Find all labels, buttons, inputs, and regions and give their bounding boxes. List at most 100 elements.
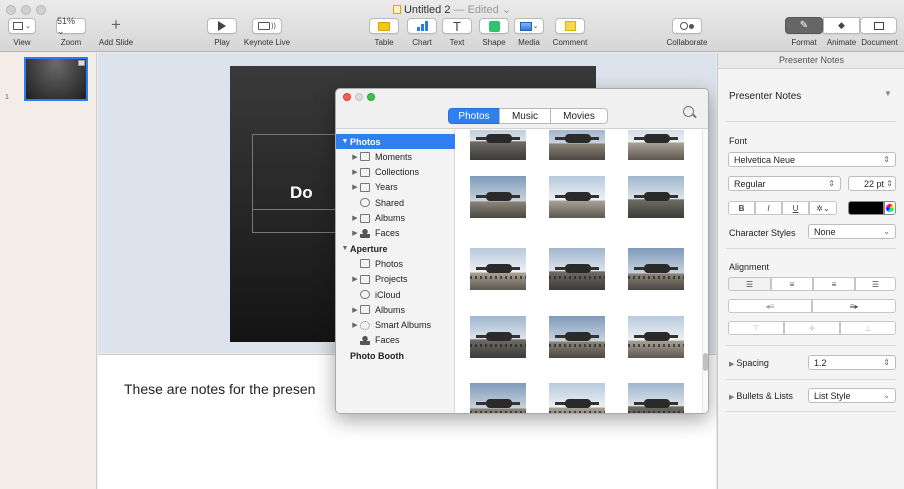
tab-photos[interactable]: Photos (448, 108, 500, 124)
sidebar-item-shared[interactable]: Shared (336, 195, 455, 210)
sidebar-item-label: Albums (375, 213, 406, 223)
photo-thumbnail[interactable] (549, 248, 605, 290)
align-left-button[interactable]: ☰ (728, 277, 771, 291)
sidebar-item-photos[interactable]: ▼ Photos (336, 134, 455, 149)
photo-thumbnail[interactable] (628, 383, 684, 413)
search-icon[interactable] (683, 106, 697, 119)
paragraph-style-dropdown[interactable]: Presenter Notes (729, 91, 801, 102)
sidebar-item-photo-booth[interactable]: Photo Booth (336, 348, 455, 363)
media-button[interactable]: ⌄ (514, 18, 544, 34)
font-family-select[interactable]: Helvetica Neue ⇕ (728, 152, 896, 167)
sidebar-item-projects[interactable]: ▶ Projects (336, 272, 455, 287)
italic-button[interactable]: I (755, 201, 782, 215)
sidebar-item-faces[interactable]: Faces (336, 333, 455, 348)
tab-movies[interactable]: Movies (550, 108, 608, 124)
disclosure-triangle-icon[interactable]: ▶ (350, 168, 360, 176)
sidebar-item-faces[interactable]: ▶ Faces (336, 226, 455, 241)
font-size-field[interactable]: 22 pt ⇕ (848, 176, 896, 191)
photo-thumbnail[interactable] (470, 130, 526, 160)
align-center-button[interactable]: ≡ (771, 277, 813, 291)
keynote-live-button[interactable]: )) (252, 18, 282, 34)
spacing-disclosure[interactable]: ▶ Spacing (729, 358, 769, 368)
photo-thumbnail[interactable] (470, 316, 526, 358)
sidebar-item-years[interactable]: ▶ Years (336, 180, 455, 195)
stepper-icon: ⇕ (828, 179, 835, 188)
photo-thumbnail[interactable] (628, 130, 684, 160)
sidebar-item-aperture[interactable]: ▼ Aperture (336, 241, 455, 256)
text-options-button[interactable]: ✲⌄ (809, 201, 837, 215)
zoom-popover-button[interactable] (367, 93, 375, 101)
sidebar-item-icloud[interactable]: iCloud (336, 287, 455, 302)
align-right-button[interactable]: ≡ (813, 277, 855, 291)
play-button[interactable] (207, 18, 237, 34)
text-button[interactable]: T (442, 18, 472, 34)
photo-grid-scrollbar[interactable] (702, 130, 708, 413)
sidebar-item-photos[interactable]: Photos (336, 256, 455, 271)
photo-thumbnail[interactable] (628, 176, 684, 218)
table-icon (378, 21, 390, 31)
disclosure-triangle-icon[interactable]: ▶ (350, 306, 360, 314)
disclosure-triangle-icon[interactable]: ▶ (350, 183, 360, 191)
view-button[interactable]: ⌄ (8, 18, 36, 34)
disclosure-triangle-icon[interactable]: ▼ (340, 138, 350, 145)
underline-button[interactable]: U (782, 201, 809, 215)
media-browser-popover: Photos Music Movies ▼ Photos ▶ Moments ▶ Coll… (335, 88, 709, 414)
text-label: Text (449, 38, 465, 47)
decrease-indent-button[interactable]: ◂≡ (728, 299, 812, 313)
photo-thumbnail[interactable] (470, 176, 526, 218)
sidebar-item-albums[interactable]: ▶ Albums (336, 302, 455, 317)
photo-thumbnail[interactable] (549, 383, 605, 413)
photo-thumbnail[interactable] (549, 176, 605, 218)
increase-indent-button[interactable]: ≡▸ (812, 299, 896, 313)
sidebar-item-moments[interactable]: ▶ Moments (336, 149, 455, 164)
sidebar-item-smart-albums[interactable]: ▶ Smart Albums (336, 318, 455, 333)
comment-button[interactable] (555, 18, 585, 34)
inspector-tab-presenter-notes[interactable]: Presenter Notes (718, 53, 904, 69)
photo-thumbnail[interactable] (549, 316, 605, 358)
chart-button[interactable] (407, 18, 437, 34)
photo-thumbnail[interactable] (470, 383, 526, 413)
table-button[interactable] (369, 18, 399, 34)
sidebar-item-albums[interactable]: ▶ Albums (336, 211, 455, 226)
toolbar: Untitled 2 — Edited ⌄ ⌄ View 51% ⌄ Zoom … (0, 0, 904, 52)
collaborate-button[interactable] (672, 18, 702, 34)
tab-music[interactable]: Music (499, 108, 551, 124)
disclosure-triangle-icon[interactable]: ▼ (340, 245, 350, 252)
bold-button[interactable]: B (728, 201, 755, 215)
spacing-select[interactable]: 1.2 ⇕ (808, 355, 896, 370)
character-styles-select[interactable]: None ⌄ (808, 224, 896, 239)
document-button[interactable] (860, 17, 897, 34)
sidebar-item-label: Moments (375, 151, 413, 162)
font-style-select[interactable]: Regular ⇕ (728, 176, 841, 191)
justify-button[interactable]: ☰ (855, 277, 896, 291)
align-middle-button[interactable]: ✛ (784, 321, 840, 335)
disclosure-triangle-icon[interactable]: ▶ (350, 229, 360, 237)
color-wheel-button[interactable] (884, 201, 896, 215)
animate-button[interactable]: ◆ (823, 17, 860, 34)
photo-grid-scroll-thumb[interactable] (703, 353, 708, 371)
disclosure-triangle-icon[interactable]: ▶ (350, 214, 360, 222)
disclosure-triangle-icon[interactable]: ▶ (350, 153, 360, 161)
bullets-disclosure[interactable]: ▶ Bullets & Lists (729, 391, 793, 401)
subtitle-placeholder[interactable] (252, 209, 336, 233)
slide-thumbnail[interactable] (24, 57, 88, 101)
minimize-popover-button[interactable] (355, 93, 363, 101)
list-style-select[interactable]: List Style ⌄ (808, 388, 896, 403)
photo-thumbnail[interactable] (628, 316, 684, 358)
paragraph-style-chevron-icon[interactable]: ▼ (884, 89, 892, 98)
align-top-button[interactable]: ⊤ (728, 321, 784, 335)
font-size-stepper-icon[interactable]: ⇕ (886, 179, 893, 188)
photo-thumbnail[interactable] (470, 248, 526, 290)
disclosure-triangle-icon[interactable]: ▶ (350, 275, 360, 283)
align-bottom-button[interactable]: ⊥ (840, 321, 896, 335)
text-color-well[interactable] (848, 201, 884, 215)
photo-thumbnail[interactable] (628, 248, 684, 290)
add-slide-button[interactable]: + (108, 16, 124, 35)
sidebar-item-collections[interactable]: ▶ Collections (336, 165, 455, 180)
disclosure-triangle-icon[interactable]: ▶ (350, 321, 360, 329)
photo-thumbnail[interactable] (549, 130, 605, 160)
format-button[interactable]: ✎ (785, 17, 823, 34)
zoom-dropdown[interactable]: 51% ⌄ (56, 16, 86, 36)
shape-button[interactable] (479, 18, 509, 34)
close-popover-button[interactable] (343, 93, 351, 101)
